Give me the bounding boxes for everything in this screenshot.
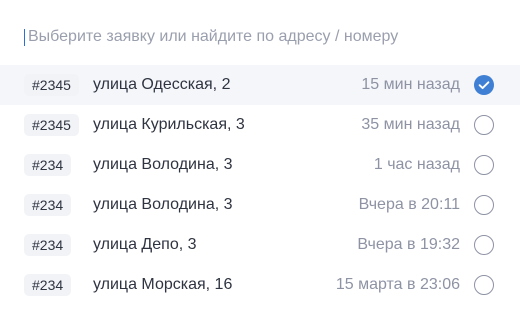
request-address: улица Одесская, 2 — [93, 76, 231, 93]
request-time: 35 мин назад — [361, 116, 460, 133]
checkmark-icon — [478, 81, 490, 90]
request-time: 15 мин назад — [361, 76, 460, 93]
request-time: 1 час назад — [373, 156, 460, 173]
request-number-badge: #2345 — [24, 114, 79, 136]
search-input[interactable] — [28, 28, 468, 46]
radio-checked-icon[interactable] — [474, 75, 494, 95]
radio-unchecked-icon[interactable] — [474, 195, 494, 215]
request-row[interactable]: #2345 улица Курильская, 3 35 мин назад — [0, 105, 520, 145]
request-picker: #2345 улица Одесская, 2 15 мин назад #23… — [0, 0, 520, 320]
request-row[interactable]: #2345 улица Одесская, 2 15 мин назад — [0, 65, 520, 105]
radio-unchecked-icon[interactable] — [474, 235, 494, 255]
request-address: улица Морская, 16 — [93, 276, 233, 293]
request-time: 15 марта в 23:06 — [335, 276, 460, 293]
radio-unchecked-icon[interactable] — [474, 275, 494, 295]
request-address: улица Депо, 3 — [93, 236, 197, 253]
request-number-badge: #2345 — [24, 74, 79, 96]
request-address: улица Володина, 3 — [93, 196, 233, 213]
request-time: Вчера в 19:32 — [357, 236, 460, 253]
search-bar[interactable] — [24, 22, 494, 52]
request-list: #2345 улица Одесская, 2 15 мин назад #23… — [0, 65, 520, 305]
request-time: Вчера в 20:11 — [358, 196, 460, 213]
request-row[interactable]: #234 улица Володина, 3 1 час назад — [0, 145, 520, 185]
text-caret — [24, 28, 25, 46]
request-number-badge: #234 — [24, 154, 72, 176]
request-row[interactable]: #234 улица Морская, 16 15 марта в 23:06 — [0, 265, 520, 305]
request-row[interactable]: #234 улица Володина, 3 Вчера в 20:11 — [0, 185, 520, 225]
radio-unchecked-icon[interactable] — [474, 115, 494, 135]
request-address: улица Володина, 3 — [93, 156, 233, 173]
request-address: улица Курильская, 3 — [93, 116, 245, 133]
radio-unchecked-icon[interactable] — [474, 155, 494, 175]
request-number-badge: #234 — [24, 274, 72, 296]
request-number-badge: #234 — [24, 234, 72, 256]
request-number-badge: #234 — [24, 194, 72, 216]
request-row[interactable]: #234 улица Депо, 3 Вчера в 19:32 — [0, 225, 520, 265]
